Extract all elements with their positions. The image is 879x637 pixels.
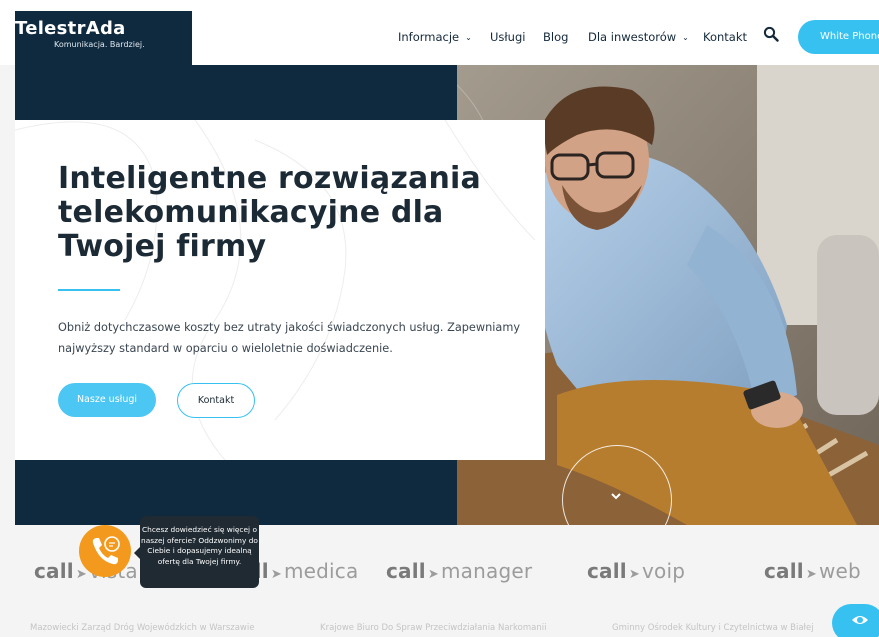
nav-item-blog[interactable]: Blog (543, 30, 568, 44)
nav-label: Informacje (398, 30, 460, 44)
chevron-down-icon (608, 490, 624, 504)
callback-chat-button[interactable] (79, 525, 131, 577)
nav-item-informacje[interactable]: Informacje ⌄ (398, 30, 472, 45)
hero-card: Inteligentne rozwiązania telekomunikacyj… (15, 120, 545, 460)
site-header: TelestrAda Komunikacja. Bardziej. Inform… (0, 0, 879, 65)
nav-label: Blog (543, 30, 569, 44)
main-nav: Informacje ⌄ Usługi Blog Dla inwestorów ⌄ … (0, 30, 879, 44)
eye-icon (852, 616, 868, 624)
brand-callvoip: call ➤ voip (587, 559, 686, 583)
client-name: Gminny Ośrodek Kultury i Czytelnictwa w … (612, 623, 814, 633)
nav-item-kontakt[interactable]: Kontakt (703, 30, 747, 44)
client-name: Mazowiecki Zarząd Dróg Wojewódzkich w Wa… (30, 623, 255, 633)
partner-logos: call➤vista call➤medica call➤manager call… (0, 525, 879, 637)
chevron-down-icon: ⌄ (682, 33, 689, 42)
services-button[interactable]: Nasze usługi (58, 383, 156, 417)
brand-callmanager: call ➤ manager (386, 559, 533, 583)
nav-label: Dla inwestorów (588, 30, 677, 44)
chevron-down-icon: ⌄ (465, 33, 472, 42)
page: TelestrAda Komunikacja. Bardziej. Inform… (0, 0, 879, 637)
hero-title: Inteligentne rozwiązania telekomunikacyj… (58, 161, 481, 264)
phone-chat-icon (92, 536, 120, 565)
nav-item-uslugi[interactable]: Usługi (490, 30, 525, 44)
hero-description: Obniż dotychczasowe koszty bez utraty ja… (58, 321, 521, 355)
nav-label: Kontakt (703, 30, 748, 44)
client-name: Krajowe Biuro Do Spraw Przeciwdziałania … (320, 623, 547, 633)
accessibility-button[interactable] (832, 604, 879, 637)
search-icon[interactable] (763, 26, 779, 42)
nav-item-dla-inwestorow[interactable]: Dla inwestorów ⌄ (588, 30, 689, 45)
nav-label: Usługi (490, 30, 526, 44)
contact-button[interactable]: Kontakt (177, 383, 255, 418)
brand-callweb: call ➤ web (764, 559, 861, 583)
accent-divider (58, 289, 120, 291)
callback-tooltip: Chcesz dowiedzieć się więcej o naszej of… (134, 516, 259, 588)
white-phone-button[interactable]: White Phone (798, 20, 879, 54)
